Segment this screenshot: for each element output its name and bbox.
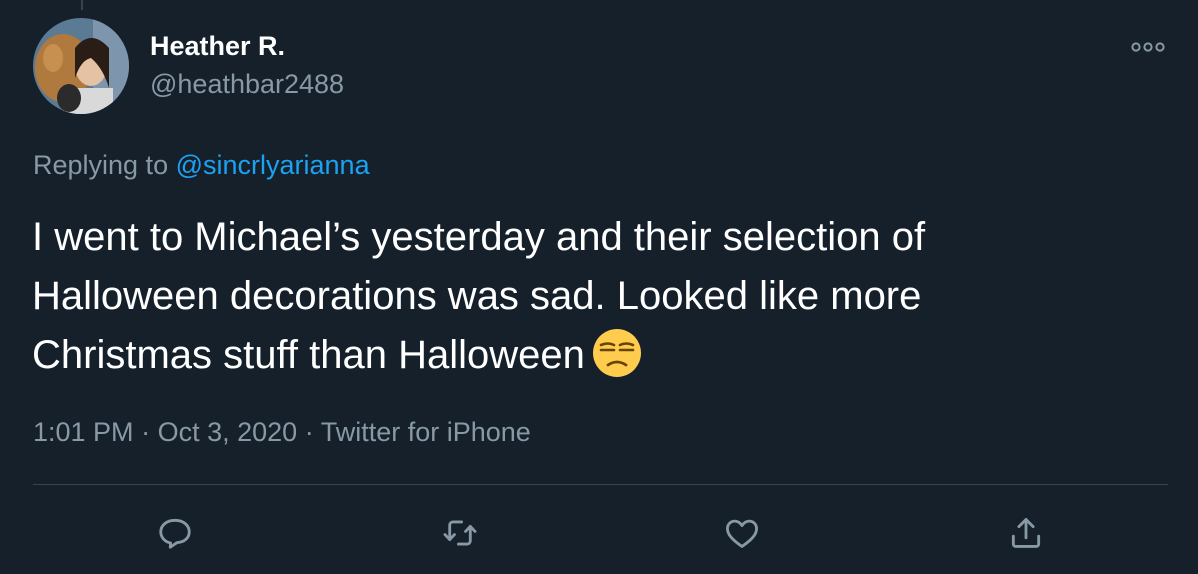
author-display-name[interactable]: Heather R.: [150, 31, 285, 62]
divider: [33, 484, 1168, 485]
share-icon: [1011, 518, 1041, 548]
tweet-metadata: 1:01 PM · Oct 3, 2020 · Twitter for iPho…: [33, 417, 531, 448]
tweet-detail: Heather R. @heathbar2488 Replying to @si…: [0, 0, 1198, 574]
avatar-photo: [33, 18, 129, 114]
avatar[interactable]: [33, 18, 129, 114]
share-button[interactable]: [1003, 510, 1049, 556]
tweet-text-line: I went to Michael’s yesterday and their …: [32, 215, 926, 259]
tweet-text-line-content: Christmas stuff than Halloween: [32, 333, 585, 377]
tweet-text: I went to Michael’s yesterday and their …: [32, 208, 1042, 385]
heart-icon: [726, 519, 758, 548]
meta-separator: ·: [141, 417, 151, 447]
author-handle[interactable]: @heathbar2488: [150, 69, 344, 100]
tweet-source[interactable]: Twitter for iPhone: [321, 417, 531, 447]
replying-to-label: Replying to: [33, 150, 169, 180]
retweet-button[interactable]: [437, 510, 483, 556]
tweet-text-line: Christmas stuff than Halloween: [32, 326, 1042, 385]
more-options-button[interactable]: [1120, 30, 1176, 64]
like-button[interactable]: [719, 510, 765, 556]
reply-icon: [159, 518, 191, 549]
meta-separator: ·: [304, 417, 314, 447]
mention-link[interactable]: @sincrlyarianna: [176, 150, 370, 180]
reply-button[interactable]: [152, 510, 198, 556]
retweet-icon: [443, 520, 477, 546]
tweet-date[interactable]: Oct 3, 2020: [158, 417, 298, 447]
tweet-time[interactable]: 1:01 PM: [33, 417, 134, 447]
more-options-icon: [1131, 42, 1165, 52]
unamused-face-emoji: [592, 329, 641, 377]
tweet-text-line: Halloween decorations was sad. Looked li…: [32, 274, 922, 318]
thread-connector-line: [81, 0, 83, 10]
reply-context: Replying to @sincrlyarianna: [33, 150, 370, 181]
